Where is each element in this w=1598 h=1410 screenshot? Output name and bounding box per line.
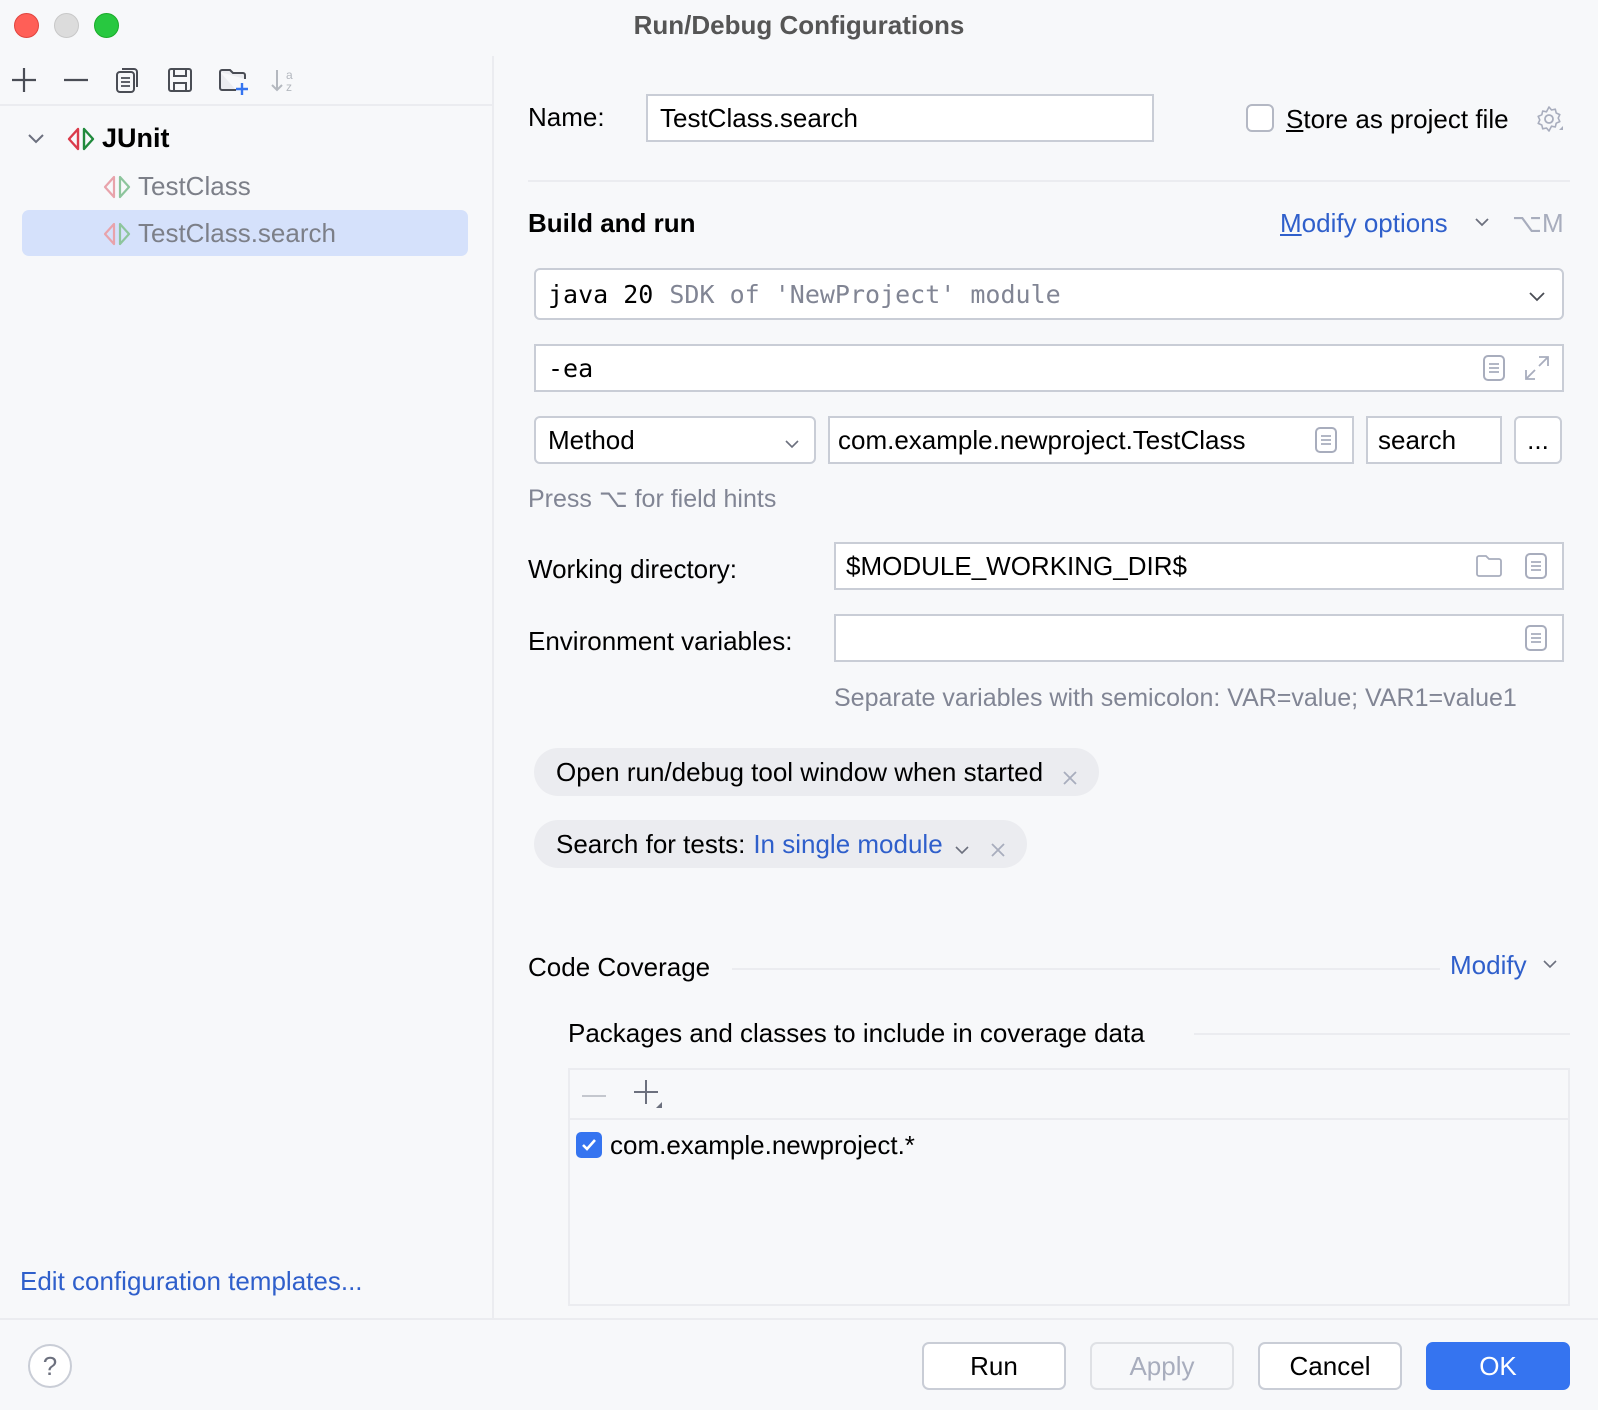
vm-options-value: -ea [548, 353, 594, 383]
test-kind-combobox[interactable]: Method [534, 416, 816, 464]
toolbar-separator [0, 104, 492, 106]
chevron-down-icon[interactable] [782, 430, 802, 450]
class-value: com.example.newproject.TestClass [838, 424, 1246, 455]
jre-combobox[interactable]: java 20 SDK of 'NewProject' module [534, 268, 1564, 320]
tree-group-label: JUnit [102, 122, 170, 153]
coverage-packages-table: com.example.newproject.* [568, 1068, 1570, 1306]
chevron-down-icon[interactable] [1540, 954, 1560, 974]
browse-method-button[interactable]: ... [1514, 416, 1562, 464]
edit-environment-variables-icon[interactable] [1524, 624, 1548, 652]
working-directory-input[interactable]: $MODULE_WORKING_DIR$ [834, 542, 1564, 590]
environment-variables-input[interactable] [834, 614, 1564, 662]
environment-variables-label: Environment variables: [528, 626, 793, 656]
mnemonic: S [1286, 104, 1304, 134]
search-scope-dropdown[interactable]: In single module [753, 829, 942, 860]
class-input[interactable]: com.example.newproject.TestClass [828, 416, 1354, 464]
chevron-down-icon[interactable] [24, 126, 48, 150]
help-icon: ? [42, 1350, 58, 1381]
save-icon[interactable] [164, 64, 196, 96]
edit-configuration-templates-link[interactable]: Edit configuration templates... [20, 1266, 363, 1297]
expand-text-icon[interactable] [1482, 354, 1506, 382]
name-separator [528, 180, 1570, 182]
footer-separator [0, 1318, 1598, 1320]
coverage-entry-pattern: com.example.newproject.* [610, 1129, 915, 1160]
chevron-down-icon[interactable] [1526, 283, 1548, 305]
option-chip-search-for-tests[interactable]: Search for tests: In single module [534, 820, 1027, 868]
apply-button[interactable]: Apply [1090, 1342, 1234, 1390]
insert-macro-icon[interactable] [1524, 552, 1548, 580]
code-coverage-title: Code Coverage [528, 952, 711, 982]
environment-variables-hint: Separate variables with semicolon: VAR=v… [834, 684, 1517, 712]
remove-icon[interactable] [580, 1082, 608, 1110]
tree-item-label: TestClass.search [138, 217, 336, 248]
junit-test-icon [102, 221, 132, 246]
sidebar-divider[interactable] [492, 56, 494, 1318]
coverage-table-toolbar [570, 1070, 1568, 1120]
junit-icon [66, 126, 96, 151]
coverage-modify-link[interactable]: Modify [1450, 950, 1527, 981]
folder-icon[interactable] [1474, 553, 1504, 579]
coverage-entry-checkbox[interactable] [576, 1132, 602, 1158]
chip-label: Search for tests: [556, 828, 746, 859]
field-hint: Press ⌥ for field hints [528, 485, 777, 513]
packages-separator [1194, 1033, 1570, 1035]
working-directory-value: $MODULE_WORKING_DIR$ [846, 550, 1187, 581]
run-debug-configurations-dialog: Run/Debug Configurations az JUnit TestCl… [0, 0, 1598, 1410]
option-chip-open-tool-window[interactable]: Open run/debug tool window when started [534, 748, 1100, 796]
run-button[interactable]: Run [922, 1342, 1066, 1390]
coverage-entry-row[interactable]: com.example.newproject.* [576, 1128, 915, 1162]
jre-version: java 20 [548, 279, 654, 309]
working-directory-label: Working directory: [528, 554, 738, 584]
modify-options-link[interactable]: Modify options [1280, 208, 1448, 239]
mnemonic: M [1280, 208, 1302, 238]
junit-test-icon [102, 174, 132, 199]
sort-alphabetically-icon[interactable]: az [268, 64, 300, 96]
tree-item-testclass[interactable]: TestClass [102, 163, 462, 209]
label-rest: odify options [1301, 208, 1448, 238]
close-icon[interactable] [1061, 763, 1079, 785]
close-icon[interactable] [989, 835, 1007, 857]
window-title: Run/Debug Configurations [633, 10, 965, 40]
method-input[interactable]: search [1366, 416, 1502, 464]
coverage-table-body: com.example.newproject.* [570, 1120, 1568, 1304]
chip-label: Open run/debug tool window when started [556, 756, 1044, 787]
gear-icon[interactable] [1534, 104, 1564, 134]
add-icon[interactable] [8, 64, 40, 96]
store-as-project-file-label[interactable]: Store as project file [1286, 104, 1509, 135]
browse-class-icon[interactable] [1314, 426, 1338, 454]
name-label: Name: [528, 102, 605, 132]
section-title-build-and-run: Build and run [528, 208, 696, 238]
tree-group-junit[interactable]: JUnit [24, 115, 464, 161]
tree-item-testclass-search[interactable]: TestClass.search [22, 210, 468, 256]
ok-button[interactable]: OK [1426, 1342, 1570, 1390]
expand-field-icon[interactable] [1522, 353, 1552, 383]
code-coverage-separator [732, 968, 1440, 970]
label-rest: tore as project file [1303, 104, 1509, 134]
modify-options-shortcut: ⌥M [1512, 208, 1564, 238]
coverage-packages-title: Packages and classes to include in cover… [568, 1018, 1145, 1048]
remove-icon[interactable] [60, 64, 92, 96]
copy-icon[interactable] [112, 64, 144, 96]
name-input-value: TestClass.search [660, 102, 858, 133]
chevron-down-icon[interactable] [953, 835, 971, 855]
vm-options-input[interactable]: -ea [534, 344, 1564, 392]
name-input[interactable]: TestClass.search [646, 94, 1154, 142]
store-as-project-file-checkbox[interactable] [1246, 104, 1274, 132]
tree-item-label: TestClass [138, 170, 251, 201]
more-button-label: ... [1527, 424, 1549, 455]
method-value: search [1378, 424, 1457, 455]
svg-text:z: z [286, 80, 292, 94]
add-icon[interactable] [632, 1078, 666, 1112]
help-button[interactable]: ? [28, 1344, 72, 1388]
chevron-down-icon[interactable] [1472, 212, 1492, 232]
cancel-button[interactable]: Cancel [1258, 1342, 1402, 1390]
test-kind-value: Method [548, 424, 635, 455]
new-folder-icon[interactable] [216, 64, 248, 96]
jre-description: SDK of 'NewProject' module [669, 279, 1061, 309]
